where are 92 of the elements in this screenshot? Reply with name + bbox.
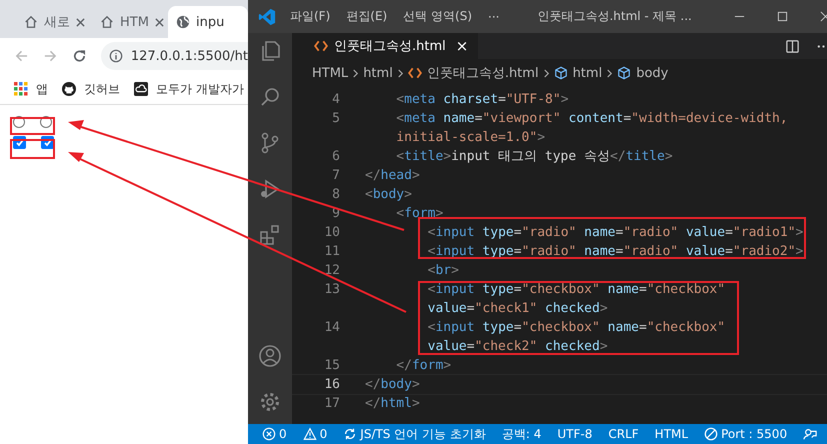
- bookmark[interactable]: 모두가 개발자가: [134, 80, 244, 98]
- status-item[interactable]: UTF-8: [557, 427, 592, 441]
- tab-label: 새로: [44, 14, 70, 31]
- window-title: 인풋태그속성.html - 제목 ...: [537, 8, 693, 25]
- editor-tab[interactable]: 인풋태그속성.html ×: [292, 33, 478, 59]
- menu-item[interactable]: ···: [488, 10, 500, 24]
- line-number: 10: [323, 224, 340, 242]
- globe-icon: [176, 15, 190, 29]
- menu-item[interactable]: 선택 영역(S): [403, 8, 472, 25]
- line-number: 6: [331, 148, 340, 166]
- code-line: </body>: [365, 376, 420, 394]
- bookmark[interactable]: 깃허브: [62, 80, 120, 98]
- maximize-icon[interactable]: [777, 11, 788, 22]
- run-debug-icon[interactable]: [258, 177, 282, 201]
- code-brackets-icon: [314, 39, 328, 53]
- code-line: <input type="checkbox" name="checkbox": [426, 281, 726, 299]
- address-bar[interactable]: 127.0.0.1:5500/ht: [100, 42, 248, 70]
- chevron-icon: [542, 68, 550, 78]
- browser-tab[interactable]: inpu: [168, 6, 248, 38]
- url-text: 127.0.0.1:5500/ht: [130, 48, 248, 64]
- status-item[interactable]: Port : 5500: [704, 427, 788, 441]
- code-line: <input type="radio" name="radio" value="radio2">: [426, 243, 804, 261]
- code-line: initial-scale=1.0">: [395, 129, 546, 147]
- browser-tab[interactable]: HTM: [92, 6, 166, 38]
- line-number: 17: [323, 395, 340, 413]
- close-icon[interactable]: [76, 18, 85, 26]
- line-number: 7: [331, 167, 340, 185]
- github-icon: [62, 82, 76, 96]
- code-line: </html>: [365, 395, 420, 413]
- account-icon[interactable]: [258, 344, 282, 368]
- reload-icon[interactable]: [72, 48, 87, 64]
- code-line: value="check1" checked>: [426, 300, 608, 318]
- home-icon: [100, 15, 114, 29]
- menu-item[interactable]: 편집(E): [346, 8, 388, 25]
- chevron-icon: [396, 68, 404, 78]
- cube-icon: [554, 66, 568, 80]
- bookmark[interactable]: 앱: [14, 80, 48, 98]
- settings-icon[interactable]: [258, 390, 282, 414]
- breadcrumb[interactable]: HTML: [312, 66, 348, 80]
- sync-icon: [343, 427, 358, 441]
- breadcrumb[interactable]: html: [363, 66, 393, 80]
- line-number: 8: [331, 186, 340, 204]
- code-line: <body>: [365, 186, 412, 204]
- home-icon: [24, 15, 38, 29]
- chevron-icon: [352, 68, 360, 78]
- code-line: value="check2" checked>: [426, 338, 608, 356]
- code-line: <input type="checkbox" name="checkbox": [426, 319, 726, 337]
- apps-grid-icon: [14, 82, 28, 96]
- split-editor-icon[interactable]: [785, 38, 800, 54]
- breadcrumb[interactable]: 인풋태그속성.html: [408, 64, 539, 82]
- code-line: <title>input 태그의 type 속성</title>: [395, 148, 673, 166]
- line-number: 5: [331, 110, 340, 128]
- highlight-box: [10, 117, 55, 135]
- extensions-icon[interactable]: [258, 223, 282, 247]
- tab-label: inpu: [196, 14, 226, 30]
- tab-label: HTM: [120, 14, 149, 30]
- line-number: 11: [323, 243, 340, 261]
- status-item[interactable]: 0: [262, 427, 287, 441]
- status-item[interactable]: HTML: [654, 427, 688, 441]
- status-item[interactable]: 공백: 4: [502, 426, 542, 442]
- line-number: 4: [331, 91, 340, 109]
- cube-icon: [617, 66, 632, 80]
- code-line: </head>: [365, 167, 420, 185]
- status-item[interactable]: JS/TS 언어 기능 초기화: [343, 426, 486, 442]
- line-number: 16: [323, 376, 340, 394]
- line-number: 14: [323, 319, 340, 337]
- code-line: <meta charset="UTF-8">: [395, 91, 569, 109]
- code-line: <br>: [426, 262, 459, 280]
- close-icon[interactable]: [154, 18, 164, 26]
- info-icon: [108, 49, 123, 63]
- close-tab-text[interactable]: ×: [456, 37, 468, 55]
- breadcrumb[interactable]: html: [554, 66, 602, 80]
- code-line: <form>: [395, 205, 444, 223]
- line-number: 13: [323, 281, 340, 299]
- editor-logo-icon: [258, 8, 276, 26]
- status-item[interactable]: 0: [302, 427, 328, 441]
- status-item[interactable]: CRLF: [608, 427, 639, 441]
- error-icon: [262, 427, 276, 441]
- breadcrumb[interactable]: body: [617, 66, 668, 80]
- code-brackets-icon: [408, 66, 422, 80]
- code-line: </form>: [395, 357, 452, 375]
- code-line: <meta name="viewport" content="width=device-width,: [395, 110, 788, 128]
- line-number: 15: [323, 357, 340, 375]
- warning-icon: [302, 427, 317, 441]
- prohibited-icon: [704, 427, 718, 441]
- code-line: <input type="radio" name="radio" value="radio1">: [426, 224, 804, 242]
- highlight-box: [10, 139, 55, 159]
- cloud-icon: [134, 82, 148, 96]
- line-number: 12: [323, 262, 340, 280]
- menu-item[interactable]: 파일(F): [290, 8, 330, 25]
- browser-tab[interactable]: 새로: [16, 6, 90, 38]
- chevron-icon: [606, 68, 614, 78]
